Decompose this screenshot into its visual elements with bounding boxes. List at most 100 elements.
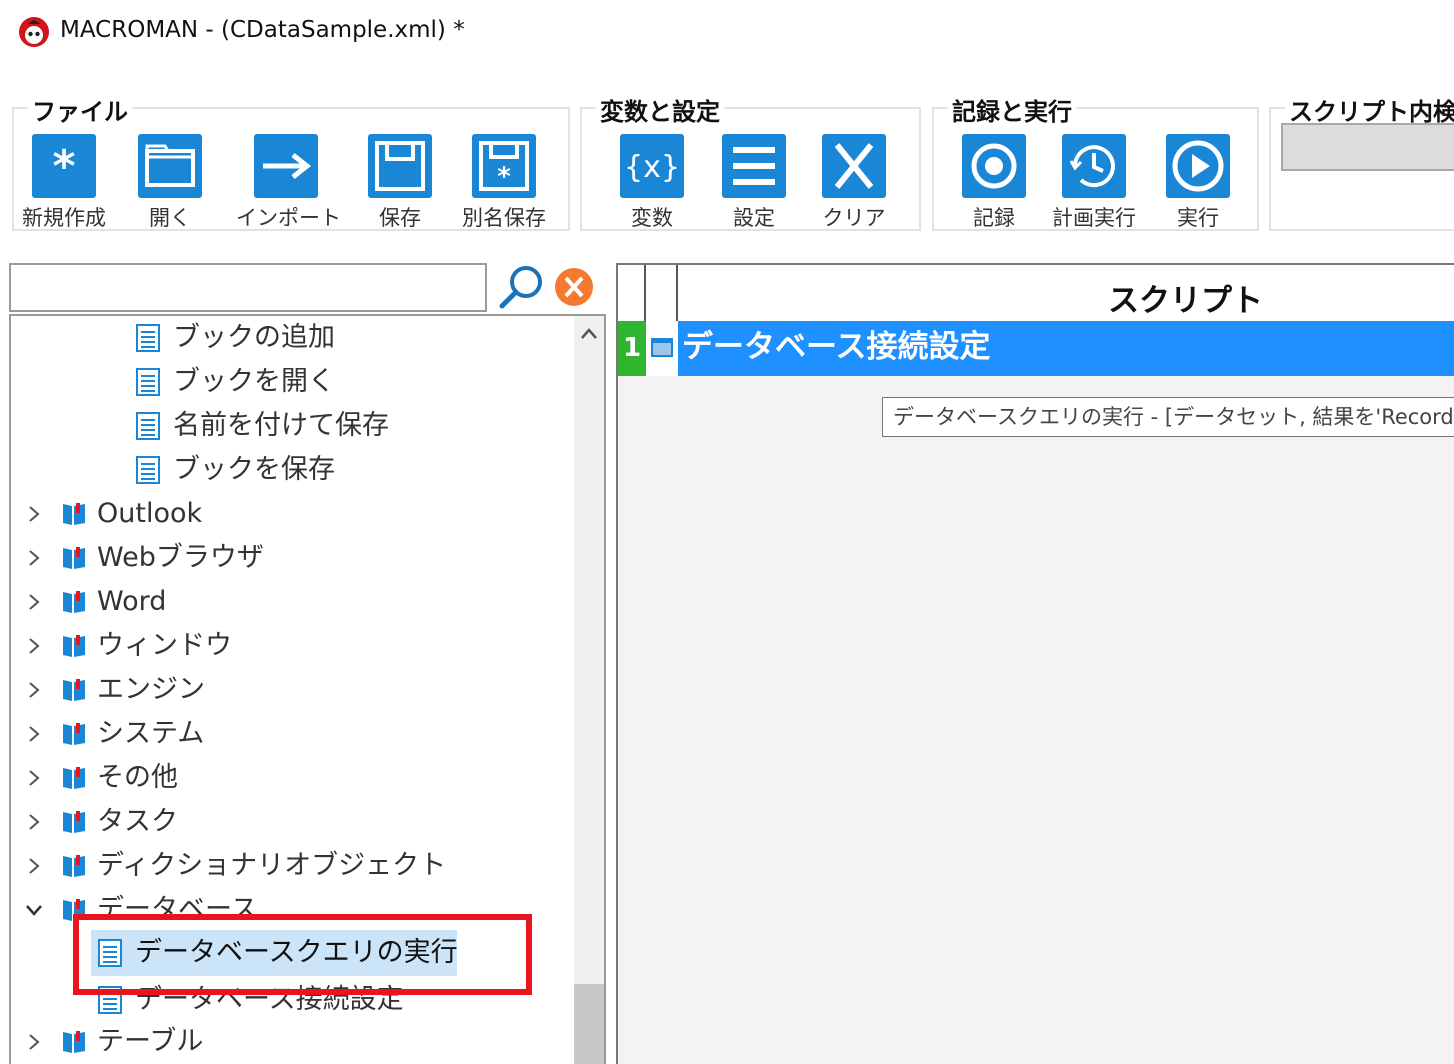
highlight-annotation-box xyxy=(73,914,532,995)
tree-folder-dictionary-object[interactable]: ディクショナリオブジェクト xyxy=(23,846,563,886)
tree-folder-table[interactable]: テーブル xyxy=(23,1022,563,1062)
book-folder-icon xyxy=(63,591,85,613)
title-bar: MACROMAN - (CDataSample.xml) * xyxy=(0,0,1454,66)
document-icon xyxy=(136,412,160,440)
import-button-label: インポート xyxy=(236,206,341,230)
scheduled-clock-icon xyxy=(1062,134,1126,198)
book-folder-icon xyxy=(63,1031,85,1053)
document-icon xyxy=(136,324,160,352)
save-button-label: 保存 xyxy=(379,206,421,230)
tree-item-open-book[interactable]: ブックを開く xyxy=(11,362,571,402)
chevron-right-icon[interactable] xyxy=(23,767,45,789)
record-button[interactable]: 記録 xyxy=(944,133,1044,230)
save-button[interactable]: 保存 xyxy=(350,133,450,230)
ribbon-group-script-search: スクリプト内検 xyxy=(1269,92,1454,231)
scroll-thumb[interactable] xyxy=(574,984,604,1064)
tree-item-label: テーブル xyxy=(97,1026,204,1057)
new-button[interactable]: * 新規作成 xyxy=(14,133,114,230)
chevron-right-icon[interactable] xyxy=(23,503,45,525)
tree-item-save-book[interactable]: ブックを保存 xyxy=(11,450,571,490)
book-folder-icon xyxy=(63,547,85,569)
script-row-number[interactable]: 1 xyxy=(618,321,646,376)
tree-folder-system[interactable]: システム xyxy=(23,714,563,754)
new-file-icon: * xyxy=(32,134,96,198)
group-label-script-search: スクリプト内検 xyxy=(1285,92,1454,127)
script-column-title: スクリプト xyxy=(1108,283,1263,319)
tree-folder-outlook[interactable]: Outlook xyxy=(23,494,563,534)
tree-item-label: ブックの追加 xyxy=(173,322,335,353)
chevron-right-icon[interactable] xyxy=(23,811,45,833)
save-as-disk-icon: * xyxy=(472,134,536,198)
clear-x-icon[interactable] xyxy=(554,267,594,307)
tree-scrollbar[interactable] xyxy=(574,316,604,1064)
tree-folder-task[interactable]: タスク xyxy=(23,802,563,842)
svg-text:*: * xyxy=(497,162,511,192)
chevron-up-icon[interactable] xyxy=(578,324,600,344)
script-search-box[interactable] xyxy=(1281,123,1454,171)
tree-item-save-as-name[interactable]: 名前を付けて保存 xyxy=(11,406,571,446)
tree-item-label: 名前を付けて保存 xyxy=(173,410,389,441)
script-grid-header: スクリプト xyxy=(618,265,1454,322)
save-as-button-label: 別名保存 xyxy=(462,206,546,230)
book-folder-icon xyxy=(63,679,85,701)
document-icon xyxy=(136,368,160,396)
save-disk-icon xyxy=(368,134,432,198)
tree-folder-other[interactable]: その他 xyxy=(23,758,563,798)
chevron-down-icon[interactable] xyxy=(23,899,45,921)
new-button-label: 新規作成 xyxy=(22,206,106,230)
folder-open-icon xyxy=(138,134,202,198)
database-command-icon xyxy=(651,338,673,357)
record-icon xyxy=(962,134,1026,198)
book-folder-icon xyxy=(63,503,85,525)
settings-list-icon xyxy=(722,134,786,198)
column-divider xyxy=(644,265,646,321)
group-label-file: ファイル xyxy=(28,92,132,127)
settings-button[interactable]: 設定 xyxy=(704,133,804,230)
svg-text:*: * xyxy=(52,141,75,192)
script-row-icon-cell[interactable] xyxy=(646,321,678,376)
save-as-button[interactable]: * 別名保存 xyxy=(454,133,554,230)
svg-text:{x}: {x} xyxy=(624,150,680,185)
chevron-right-icon[interactable] xyxy=(23,723,45,745)
run-button[interactable]: 実行 xyxy=(1148,133,1248,230)
tree-item-label: Webブラウザ xyxy=(97,542,264,573)
book-folder-icon xyxy=(63,767,85,789)
chevron-right-icon[interactable] xyxy=(23,679,45,701)
tree-folder-word[interactable]: Word xyxy=(23,582,563,622)
run-button-label: 実行 xyxy=(1177,206,1219,230)
variables-braces-icon: {x} xyxy=(620,134,684,198)
tree-item-label: ブックを保存 xyxy=(173,454,335,485)
chevron-right-icon[interactable] xyxy=(23,547,45,569)
tree-folder-web-browser[interactable]: Webブラウザ xyxy=(23,538,563,578)
tree-folder-window[interactable]: ウィンドウ xyxy=(23,626,563,666)
book-folder-icon xyxy=(63,811,85,833)
open-button-label: 開く xyxy=(149,206,191,230)
chevron-right-icon[interactable] xyxy=(23,591,45,613)
play-icon xyxy=(1166,134,1230,198)
variables-button[interactable]: {x} 変数 xyxy=(602,133,702,230)
tree-folder-engine[interactable]: エンジン xyxy=(23,670,563,710)
command-search-input[interactable] xyxy=(9,263,487,312)
tree-item-label: システム xyxy=(97,718,205,749)
chevron-right-icon[interactable] xyxy=(23,1031,45,1053)
group-label-record: 記録と実行 xyxy=(948,92,1076,127)
book-folder-icon xyxy=(63,723,85,745)
tree-item-label: エンジン xyxy=(97,674,205,705)
scheduled-run-button[interactable]: 計画実行 xyxy=(1044,133,1144,230)
script-row-selected[interactable]: データベース接続設定 xyxy=(678,321,1454,376)
clear-button-label: クリア xyxy=(822,206,886,230)
tree-item-add-book[interactable]: ブックの追加 xyxy=(11,318,571,358)
chevron-right-icon[interactable] xyxy=(23,635,45,657)
import-arrow-icon xyxy=(254,134,318,198)
chevron-right-icon[interactable] xyxy=(23,855,45,877)
import-button[interactable]: インポート xyxy=(236,133,341,230)
drag-tooltip: データベースクエリの実行 - [データセット, 結果を'Records'に追 xyxy=(882,397,1454,437)
tree-item-label: Outlook xyxy=(97,498,203,529)
tree-item-label: タスク xyxy=(97,806,178,837)
ribbon-group-file: ファイル * 新規作成 開く インポート 保存 * 別名保存 xyxy=(12,92,570,231)
tree-item-label: ウィンドウ xyxy=(97,630,232,661)
document-icon xyxy=(136,456,160,484)
search-icon[interactable] xyxy=(496,262,546,312)
open-button[interactable]: 開く xyxy=(120,133,220,230)
clear-button[interactable]: クリア xyxy=(804,133,904,230)
